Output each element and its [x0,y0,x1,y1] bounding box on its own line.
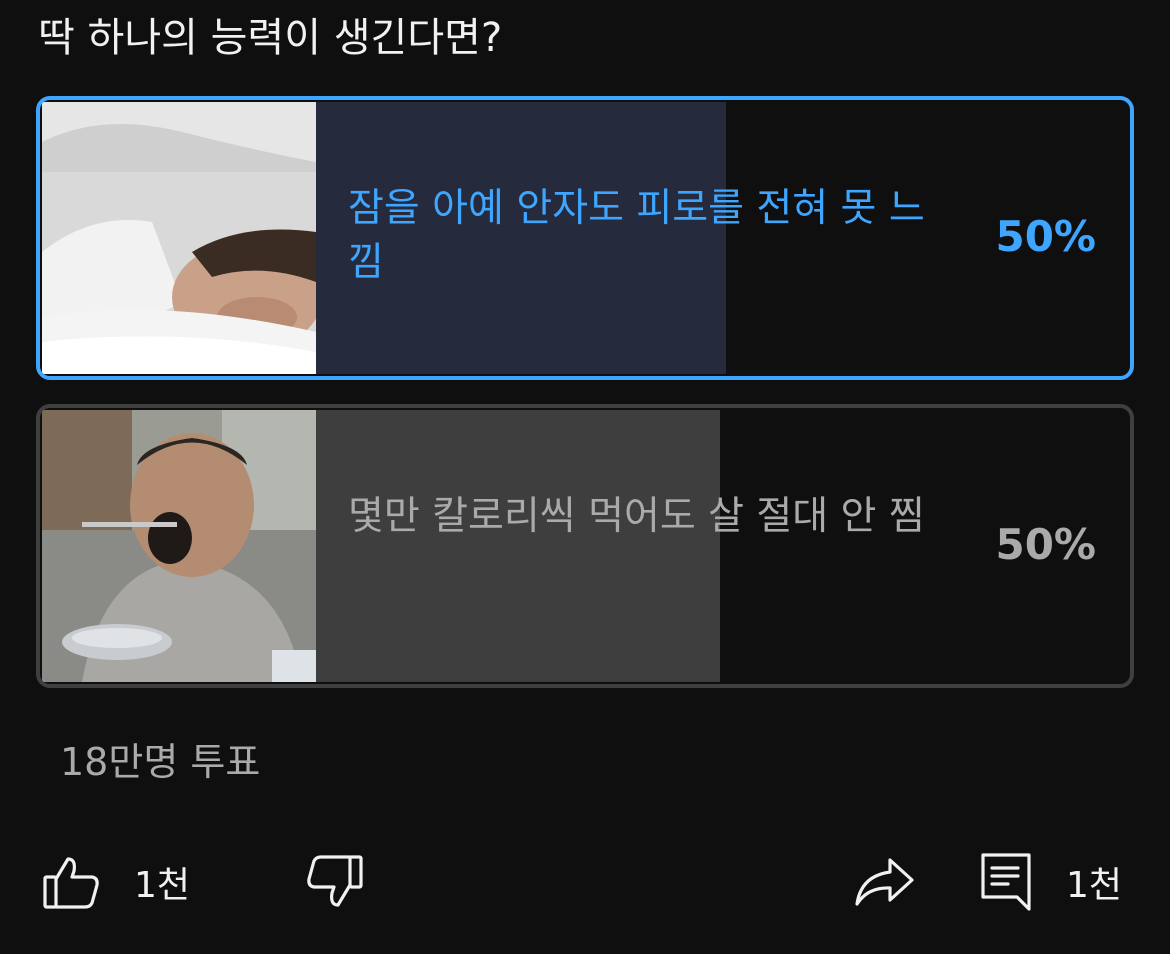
result-bar [316,410,720,682]
share-button[interactable] [854,852,916,912]
dislike-button[interactable] [306,852,364,912]
option-percent: 50% [995,212,1096,261]
poll-option-2[interactable]: 몇만 칼로리씩 먹어도 살 절대 안 찜 50% [36,404,1134,688]
comment-button[interactable]: 1천 [980,852,1122,912]
option-label: 몇만 칼로리씩 먹어도 살 절대 안 찜 [348,494,925,539]
poll-option-1[interactable]: 잠을 아예 안자도 피로를 전혀 못 느낌 50% [36,96,1134,380]
comment-count: 1천 [1066,865,1123,906]
option-label: 잠을 아예 안자도 피로를 전혀 못 느낌 [348,186,925,285]
share-icon [854,856,916,908]
thumb-up-icon [42,853,100,911]
vote-count: 18만명 투표 [60,740,261,784]
sleeping-man-photo [42,102,316,374]
comment-icon [980,852,1032,912]
man-eating-photo [42,410,316,682]
option-percent: 50% [995,520,1096,569]
like-button[interactable]: 1천 [42,852,190,912]
thumb-down-icon [306,853,364,911]
poll-question: 딱 하나의 능력이 생긴다면? [38,15,503,61]
like-count: 1천 [134,865,191,906]
